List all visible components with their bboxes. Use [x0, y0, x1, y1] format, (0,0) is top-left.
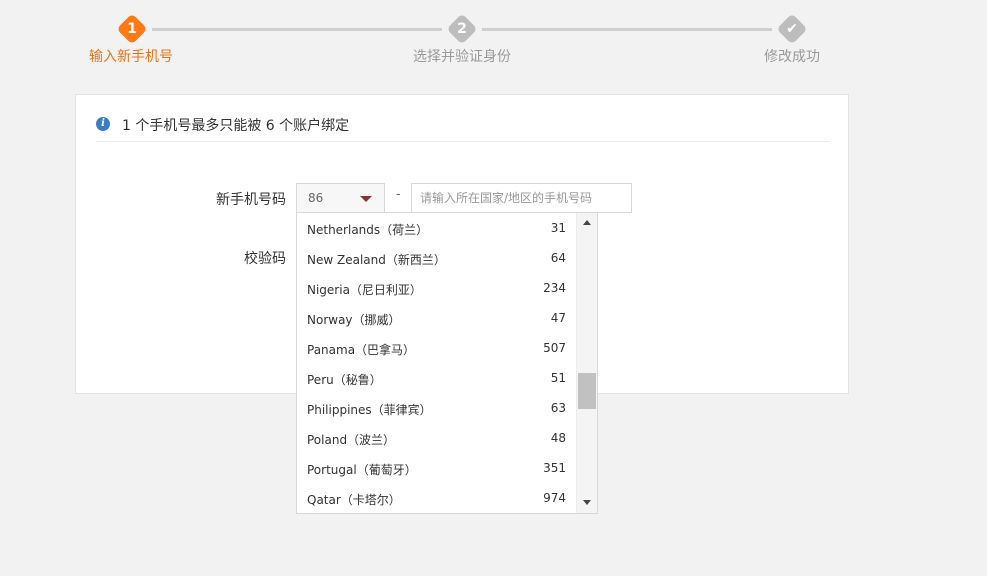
country-name: Peru（秘鲁）: [307, 373, 382, 387]
country-name: Norway（挪威）: [307, 313, 401, 327]
country-option[interactable]: Philippines（菲律宾） 63: [297, 393, 577, 423]
country-option[interactable]: Portugal（葡萄牙） 351: [297, 453, 577, 483]
country-option[interactable]: Panama（巴拿马） 507: [297, 333, 577, 363]
chevron-down-icon: [360, 196, 372, 202]
country-option[interactable]: Qatar（卡塔尔） 974: [297, 483, 577, 513]
progress-stepper: 1 2 ✔ 输入新手机号 选择并验证身份 修改成功: [0, 0, 987, 80]
country-name: Panama（巴拿马）: [307, 343, 416, 357]
country-option[interactable]: Poland（波兰） 48: [297, 423, 577, 453]
country-name: Nigeria（尼日利亚）: [307, 283, 422, 297]
account-limit-notice: i 1 个手机号最多只能被 6 个账户绑定: [96, 115, 829, 142]
country-name: Portugal（葡萄牙）: [307, 463, 417, 477]
step-3-label: 修改成功: [764, 49, 820, 65]
verification-code-label: 校验码: [244, 251, 286, 267]
new-phone-label: 新手机号码: [216, 192, 286, 208]
scroll-down-arrow-icon[interactable]: [583, 500, 591, 505]
country-name: Philippines（菲律宾）: [307, 403, 432, 417]
country-name: Netherlands（荷兰）: [307, 223, 429, 237]
country-option[interactable]: Nigeria（尼日利亚） 234: [297, 273, 577, 303]
step-2-badge: 2: [446, 13, 478, 45]
step-connector-2: [482, 28, 772, 31]
country-calling-code: 351: [543, 461, 566, 475]
country-name: New Zealand（新西兰）: [307, 253, 446, 267]
notice-text: 1 个手机号最多只能被 6 个账户绑定: [122, 118, 350, 134]
country-code-dropdown[interactable]: Netherlands（荷兰） 31 New Zealand（新西兰） 64 N…: [296, 212, 598, 514]
country-calling-code: 47: [550, 311, 566, 325]
country-code-select[interactable]: 86: [296, 183, 385, 213]
country-option[interactable]: Norway（挪威） 47: [297, 303, 577, 333]
step-1-label: 输入新手机号: [89, 49, 173, 65]
country-calling-code: 507: [543, 341, 566, 355]
country-option[interactable]: Netherlands（荷兰） 31: [297, 213, 577, 243]
country-calling-code: 64: [550, 251, 566, 265]
step-2-label: 选择并验证身份: [413, 49, 511, 65]
country-option[interactable]: New Zealand（新西兰） 64: [297, 243, 577, 273]
scrollbar-thumb[interactable]: [578, 373, 596, 409]
scroll-up-arrow-icon[interactable]: [583, 220, 591, 225]
country-calling-code: 63: [550, 401, 566, 415]
separator-dash: -: [396, 187, 401, 202]
country-option[interactable]: Peru（秘鲁） 51: [297, 363, 577, 393]
country-name: Qatar（卡塔尔）: [307, 493, 401, 507]
dropdown-scrollbar[interactable]: [576, 213, 597, 513]
country-calling-code: 51: [550, 371, 566, 385]
info-icon: i: [96, 117, 110, 131]
country-calling-code: 48: [550, 431, 566, 445]
step-1-badge: 1: [116, 13, 148, 45]
country-name: Poland（波兰）: [307, 433, 396, 447]
phone-number-input[interactable]: 请输入所在国家/地区的手机号码: [411, 183, 632, 213]
step-connector-1: [152, 28, 442, 31]
phone-input-placeholder: 请输入所在国家/地区的手机号码: [420, 191, 593, 205]
country-calling-code: 974: [543, 491, 566, 505]
step-3-check-icon: ✔: [776, 13, 808, 45]
country-calling-code: 234: [543, 281, 566, 295]
country-calling-code: 31: [550, 221, 566, 235]
country-code-value: 86: [308, 191, 324, 205]
